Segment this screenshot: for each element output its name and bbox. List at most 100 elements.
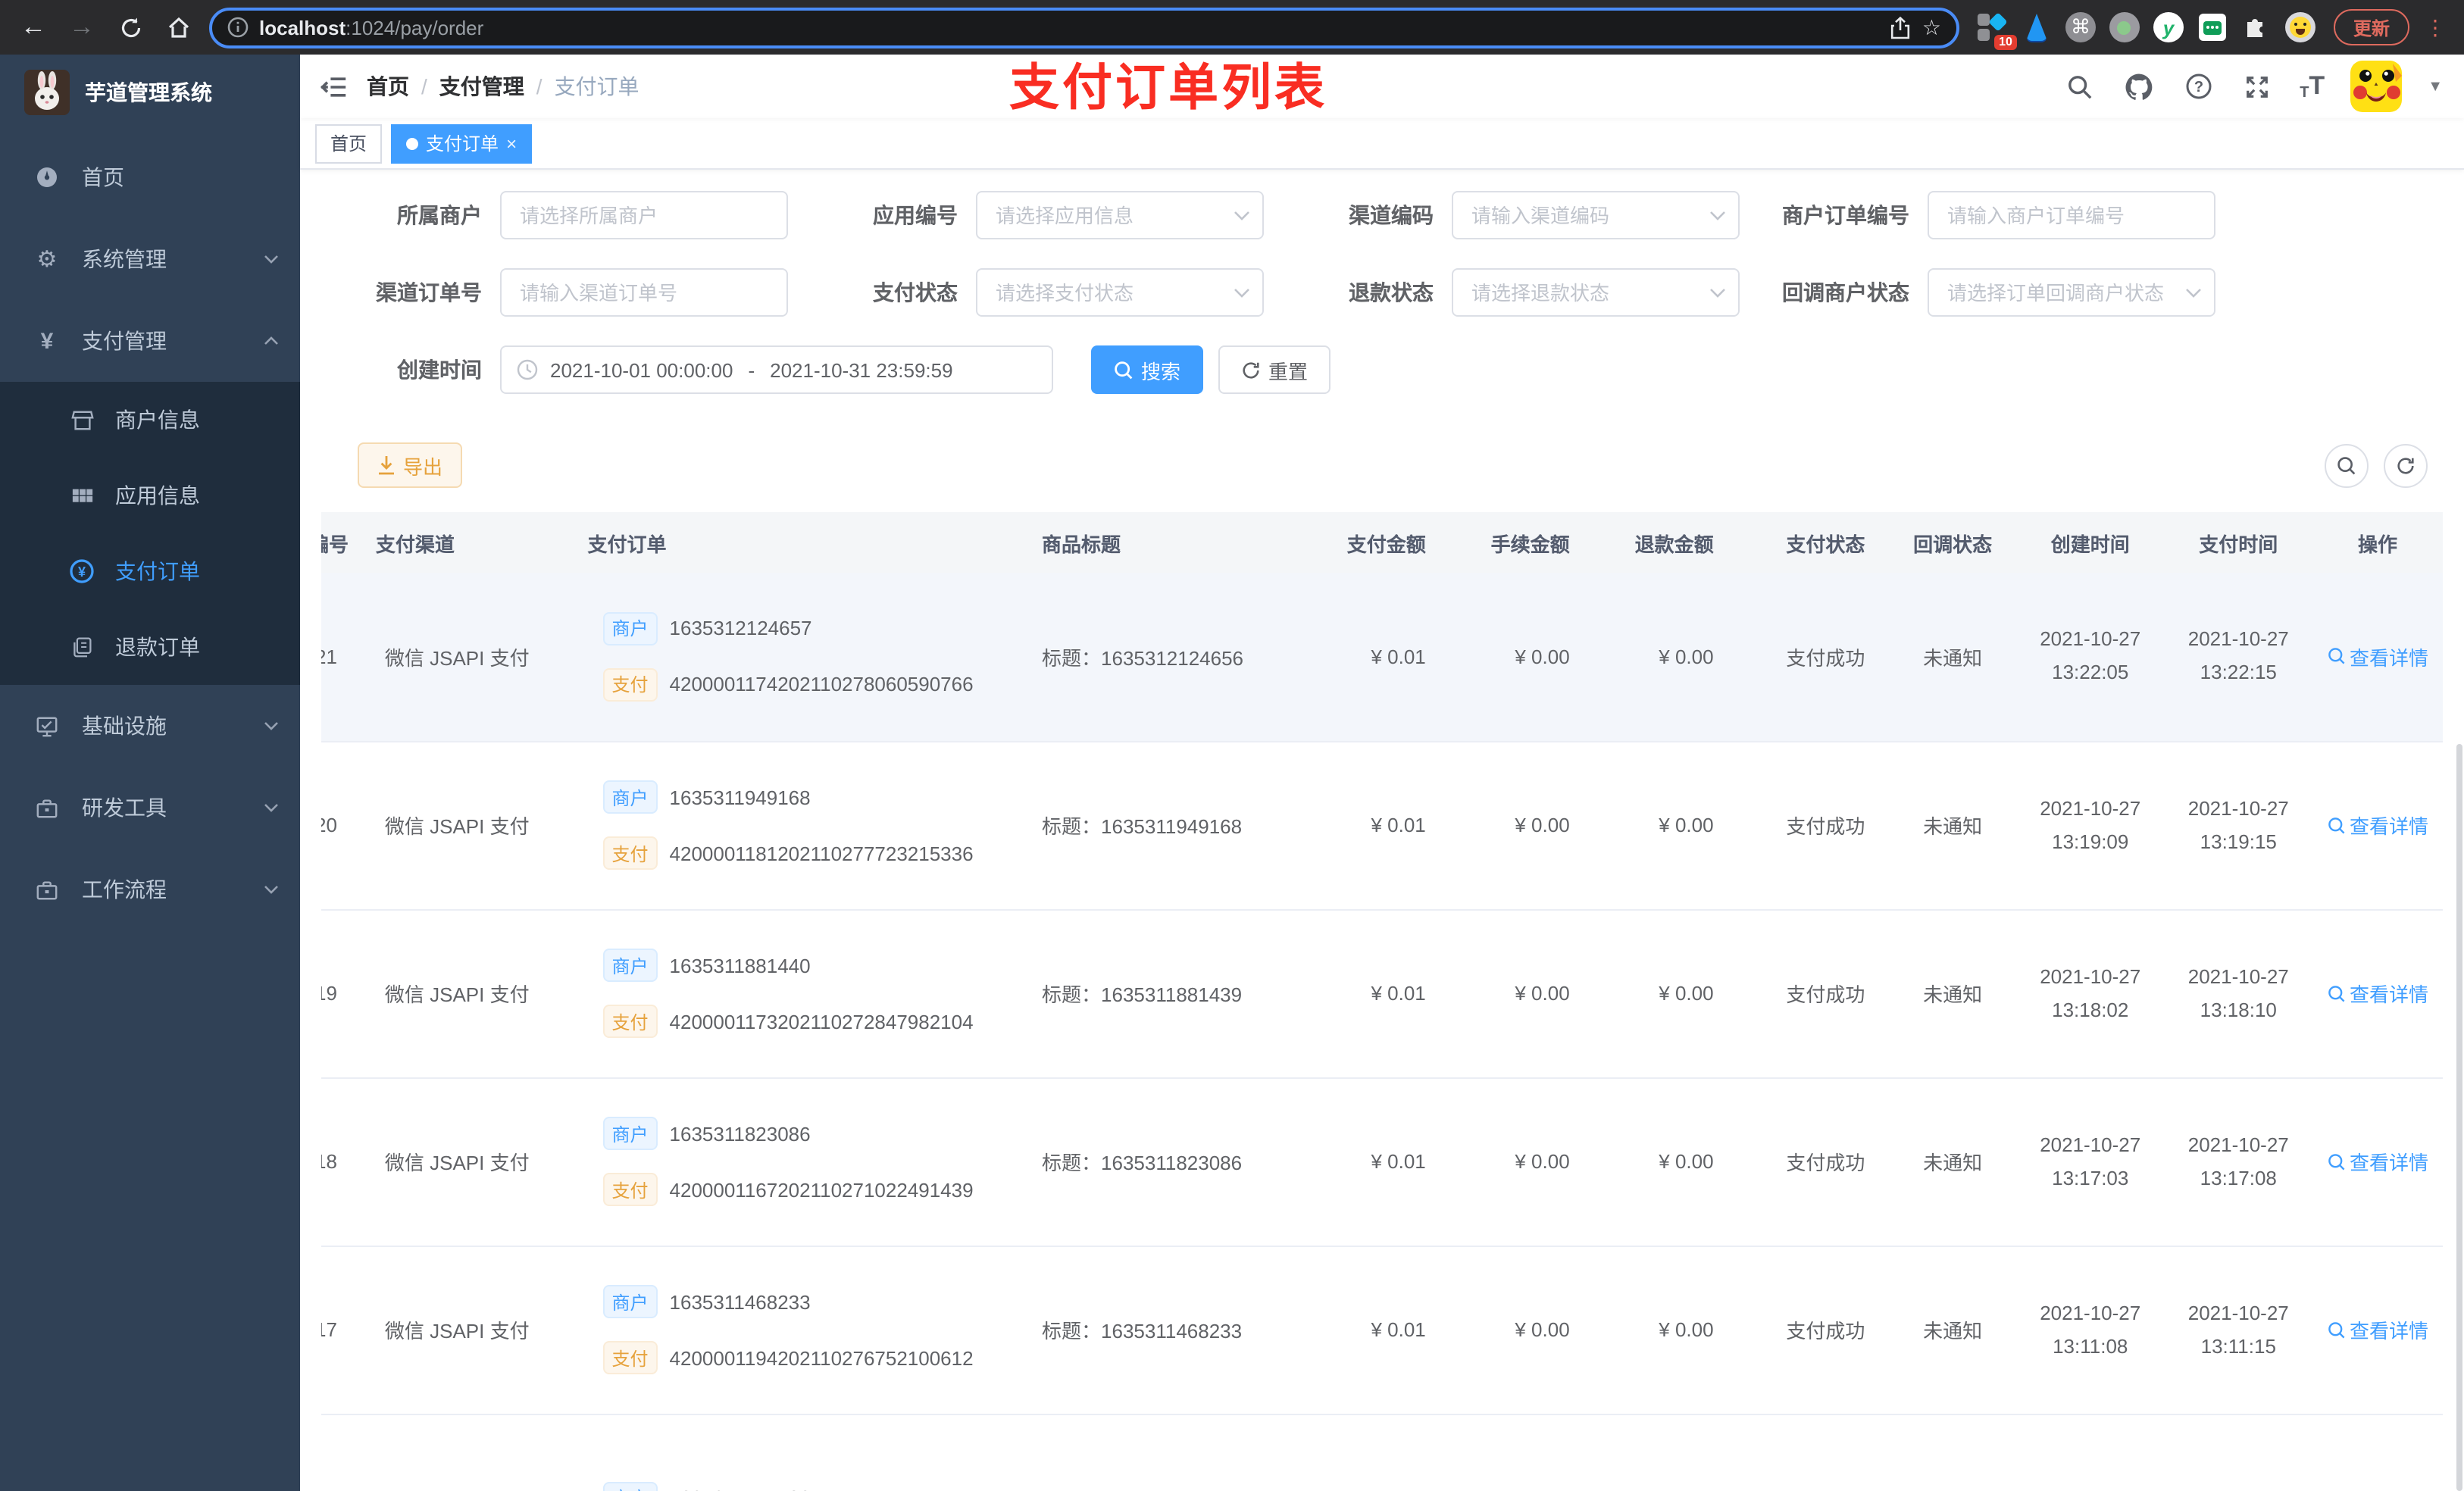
column-header: 支付状态 (1762, 512, 1890, 573)
cell-refund-amount: ¥ 0.00 (1618, 909, 1762, 1078)
extension-puzzle-icon[interactable] (2241, 12, 2272, 42)
app-select[interactable] (976, 191, 1264, 239)
channel-code-select[interactable] (1452, 191, 1740, 239)
extension-tabs-icon[interactable]: 10 (1977, 12, 2017, 50)
view-detail-link[interactable]: 查看详情 (2327, 1147, 2428, 1176)
column-header: 退款金额 (1618, 512, 1762, 573)
extension-record-icon[interactable] (2109, 12, 2140, 42)
close-icon[interactable]: × (506, 134, 517, 152)
notify-status-select[interactable] (1928, 268, 2215, 317)
table-row[interactable]: 17 微信 JSAPI 支付 商户 1635311468233 支付 42000… (321, 1246, 2443, 1414)
date-separator: - (748, 358, 755, 381)
site-info-icon[interactable] (227, 17, 249, 38)
cell-fee-amount (1474, 1414, 1618, 1491)
sidebar-item-refund-order[interactable]: 退款订单 (0, 609, 300, 685)
documents-icon (67, 636, 97, 658)
cell-create-time: 2021-10-27 13:11:08 (2015, 1246, 2165, 1414)
date-range-input[interactable]: 2021-10-01 00:00:00 - 2021-10-31 23:59:5… (500, 345, 1053, 394)
extension-command-icon[interactable]: ⌘ (2065, 12, 2096, 42)
sidebar-item-label: 商户信息 (115, 408, 200, 432)
page-scrollbar[interactable] (2456, 744, 2462, 1491)
pay-status-select[interactable] (976, 268, 1264, 317)
sidebar-item-devtool[interactable]: 研发工具 (0, 767, 300, 849)
sidebar-item-system[interactable]: ⚙ 系统管理 (0, 218, 300, 300)
font-size-icon[interactable]: TT (2300, 71, 2325, 102)
extension-emoji-icon[interactable] (2284, 12, 2315, 42)
view-detail-link[interactable]: 查看详情 (2327, 811, 2428, 839)
github-icon[interactable] (2122, 70, 2156, 103)
filter-refund-status: 退款状态 (1285, 268, 1740, 317)
tags-view-bar: 首页 支付订单 × (300, 118, 2464, 170)
table-row[interactable]: 商户 1635311451796 支付 (321, 1414, 2443, 1491)
browser-forward-icon[interactable]: → (64, 9, 100, 45)
filter-row-2: 渠道订单号 支付状态 退款状态 回调商户状态 (300, 268, 2464, 317)
table-row[interactable]: 20 微信 JSAPI 支付 商户 1635311949168 支付 42000… (321, 741, 2443, 910)
fullscreen-icon[interactable] (2240, 70, 2274, 103)
sidebar-menu: 首页 ⚙ 系统管理 ¥ 支付管理 商户信息 应用信息 ¥ 支付订单 退款订单 基… (0, 130, 300, 930)
merchant-order-no-input[interactable] (1928, 191, 2215, 239)
refresh-icon[interactable] (2384, 443, 2428, 487)
sidebar-item-label: 工作流程 (82, 877, 167, 902)
briefcase-icon (30, 878, 64, 901)
browser-home-icon[interactable] (161, 9, 197, 45)
browser-menu-icon[interactable]: ⋮ (2422, 14, 2449, 40)
user-avatar[interactable] (2350, 61, 2403, 112)
address-bar[interactable]: localhost:1024/pay/order ☆ (209, 7, 1959, 48)
tab-label: 首页 (330, 133, 367, 155)
reset-button[interactable]: 重置 (1218, 345, 1331, 394)
cell-pay-time (2164, 1414, 2313, 1491)
sidebar-item-workflow[interactable]: 工作流程 (0, 849, 300, 930)
tab-pay-order[interactable]: 支付订单 × (391, 123, 533, 163)
sidebar-item-app-info[interactable]: 应用信息 (0, 458, 300, 533)
cell-pay-status: 支付成功 (1762, 1077, 1890, 1246)
help-icon[interactable]: ? (2181, 70, 2215, 103)
sidebar-fold-icon[interactable] (300, 55, 367, 118)
browser-reload-icon[interactable] (112, 9, 149, 45)
breadcrumb-home[interactable]: 首页 (367, 71, 409, 102)
sidebar-item-pay[interactable]: ¥ 支付管理 (0, 300, 300, 382)
table-row[interactable]: 18 微信 JSAPI 支付 商户 1635311823086 支付 42000… (321, 1077, 2443, 1246)
browser-update-button[interactable]: 更新 (2333, 9, 2409, 45)
table-row[interactable]: 21 微信 JSAPI 支付 商户 1635312124657 支付 42000… (321, 573, 2443, 742)
cell-refund-amount (1618, 1414, 1762, 1491)
sidebar-item-merchant-info[interactable]: 商户信息 (0, 382, 300, 458)
search-button[interactable]: 搜索 (1091, 345, 1204, 394)
extension-chat-icon[interactable] (2197, 12, 2228, 42)
sidebar-item-infra[interactable]: 基础设施 (0, 685, 300, 767)
view-detail-link[interactable]: 查看详情 (2327, 979, 2428, 1008)
extension-kite-icon[interactable] (2022, 12, 2052, 42)
pay-order-line: 支付 4200001181202110277723215336 (602, 836, 1030, 870)
share-icon[interactable] (1890, 16, 1912, 39)
cell-actions: 查看详情 (2312, 1077, 2443, 1246)
sidebar-item-home[interactable]: 首页 (0, 136, 300, 218)
cell-order-id: 21 (321, 573, 370, 742)
extension-y-icon[interactable]: y (2153, 12, 2184, 42)
cell-pay-time: 2021-10-27 13:19:15 (2164, 741, 2313, 910)
export-button[interactable]: 导出 (358, 442, 463, 488)
view-detail-link[interactable]: 查看详情 (2327, 1315, 2428, 1344)
sidebar-item-pay-order[interactable]: ¥ 支付订单 (0, 533, 300, 609)
merchant-select[interactable] (500, 191, 788, 239)
bookmark-star-icon[interactable]: ☆ (1922, 14, 1941, 40)
view-detail-link[interactable]: 查看详情 (2327, 642, 2428, 671)
extension-badge: 10 (1994, 35, 2017, 50)
refund-status-select[interactable] (1452, 268, 1740, 317)
breadcrumb-pay-manage[interactable]: 支付管理 (439, 71, 524, 102)
cell-order-id: 19 (321, 909, 370, 1078)
table-row[interactable]: 19 微信 JSAPI 支付 商户 1635311881440 支付 42000… (321, 909, 2443, 1078)
pay-order-line: 支付 4200001167202110271022491439 (602, 1173, 1030, 1206)
caret-down-icon[interactable]: ▼ (2428, 78, 2443, 95)
browser-back-icon[interactable]: ← (15, 9, 52, 45)
app-logo-row[interactable]: 芋道管理系统 (0, 55, 300, 130)
filter-merchant: 所属商户 (333, 191, 788, 239)
filter-label: 渠道订单号 (376, 280, 482, 305)
tab-home[interactable]: 首页 (315, 123, 383, 163)
cell-refund-amount: ¥ 0.00 (1618, 573, 1762, 742)
cell-pay-amount: ¥ 0.01 (1330, 573, 1474, 742)
search-icon[interactable] (2063, 70, 2097, 103)
channel-order-no-input[interactable] (500, 268, 788, 317)
cell-product-title (1036, 1414, 1330, 1491)
date-start-value: 2021-10-01 00:00:00 (550, 358, 733, 381)
toggle-search-icon[interactable] (2325, 443, 2369, 487)
cell-refund-amount: ¥ 0.00 (1618, 1077, 1762, 1246)
